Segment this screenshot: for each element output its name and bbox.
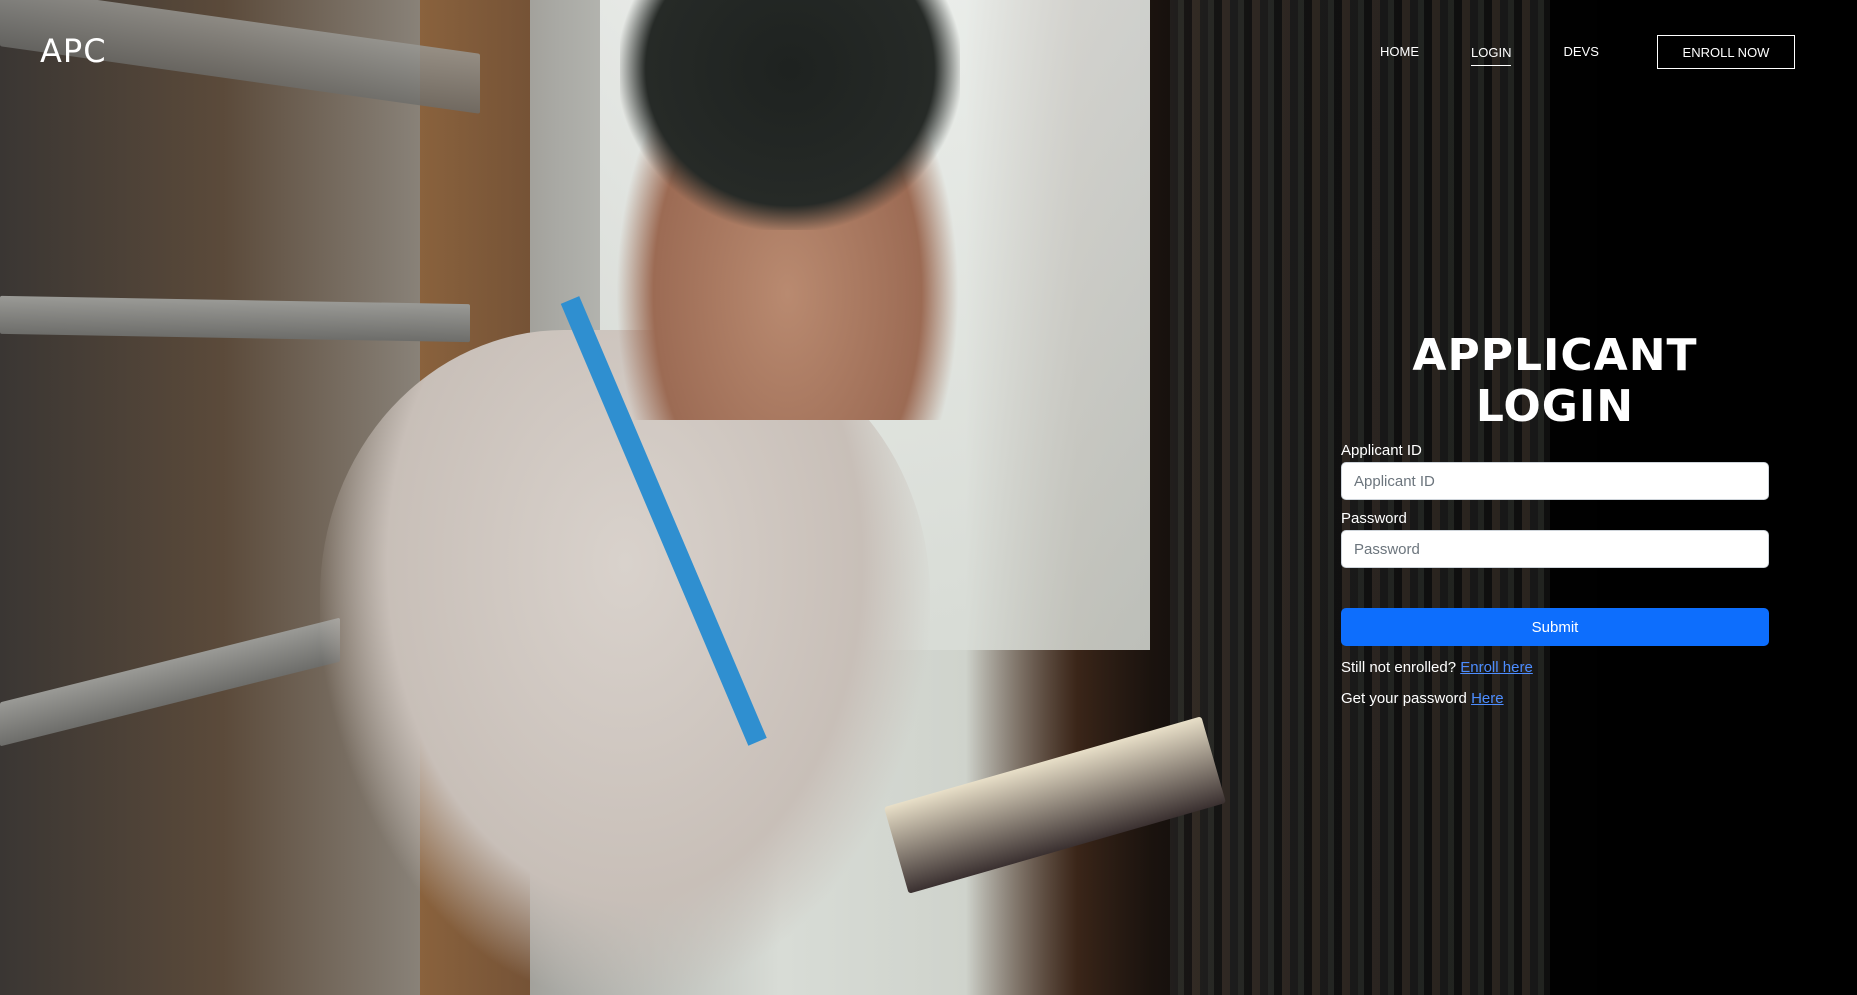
submit-button[interactable]: Submit (1341, 608, 1769, 646)
enroll-here-link[interactable]: Enroll here (1460, 659, 1533, 676)
nav-devs-link[interactable]: DEVS (1563, 36, 1598, 67)
main-nav: HOME LOGIN DEVS (1380, 36, 1651, 67)
background-shelf (0, 295, 470, 343)
password-input[interactable] (1341, 530, 1769, 568)
nav-home-link[interactable]: HOME (1380, 36, 1419, 67)
applicant-id-input[interactable] (1341, 462, 1769, 500)
brand-logo[interactable]: APC (40, 32, 107, 70)
applicant-id-label: Applicant ID (1341, 442, 1422, 459)
student-hair (620, 0, 960, 230)
enroll-note: Still not enrolled? Enroll here (1341, 659, 1769, 676)
enroll-prompt: Still not enrolled? (1341, 659, 1457, 676)
password-note: Get your password Here (1341, 690, 1769, 707)
login-title: APPLICANT LOGIN (1412, 330, 1698, 432)
password-label: Password (1341, 510, 1407, 527)
background-shelf (0, 617, 340, 747)
password-prompt: Get your password (1341, 690, 1467, 707)
enroll-now-button[interactable]: ENROLL NOW (1657, 35, 1795, 69)
login-panel: APPLICANT LOGIN Applicant ID Password Su… (1341, 330, 1769, 707)
nav-login-link[interactable]: LOGIN (1471, 37, 1512, 66)
get-password-link[interactable]: Here (1471, 690, 1504, 707)
